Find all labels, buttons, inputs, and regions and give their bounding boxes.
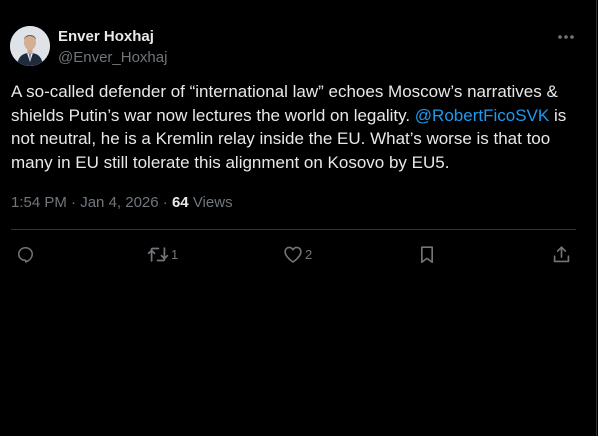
author-handle[interactable]: @Enver_Hoxhaj [58, 49, 167, 66]
tweet-date[interactable]: Jan 4, 2026 [80, 194, 158, 211]
views-label: Views [192, 194, 233, 211]
meta-separator: · [66, 194, 81, 211]
avatar[interactable] [10, 26, 50, 66]
mention-link[interactable]: @RobertFicoSVK [415, 106, 549, 125]
reply-icon [18, 246, 33, 263]
divider [11, 229, 576, 230]
share-button[interactable] [552, 243, 571, 265]
bookmark-button[interactable] [418, 243, 436, 265]
repost-button[interactable]: 1 [147, 243, 178, 265]
meta-separator-2: · [158, 194, 172, 211]
heart-icon [284, 246, 302, 263]
share-icon [553, 245, 570, 262]
repost-icon [147, 246, 169, 262]
repost-count: 1 [171, 246, 179, 262]
more-dots-icon [558, 35, 574, 39]
avatar-photo [10, 26, 50, 66]
like-button[interactable]: 2 [283, 243, 312, 265]
views-count: 64 [171, 194, 189, 211]
like-count: 2 [305, 246, 313, 262]
author-display-name[interactable]: Enver Hoxhaj [58, 28, 154, 45]
reply-button[interactable] [16, 243, 37, 265]
tweet-detail-panel: Enver Hoxhaj @Enver_Hoxhaj A so-called d… [0, 0, 597, 436]
tweet-text: A so-called defender of “international l… [11, 80, 591, 174]
bookmark-icon [420, 245, 434, 263]
tweet-time[interactable]: 1:54 PM [11, 194, 67, 211]
tweet-meta: 1:54 PM · Jan 4, 2026 · 64 Views [11, 194, 233, 211]
more-options-button[interactable] [553, 27, 579, 47]
